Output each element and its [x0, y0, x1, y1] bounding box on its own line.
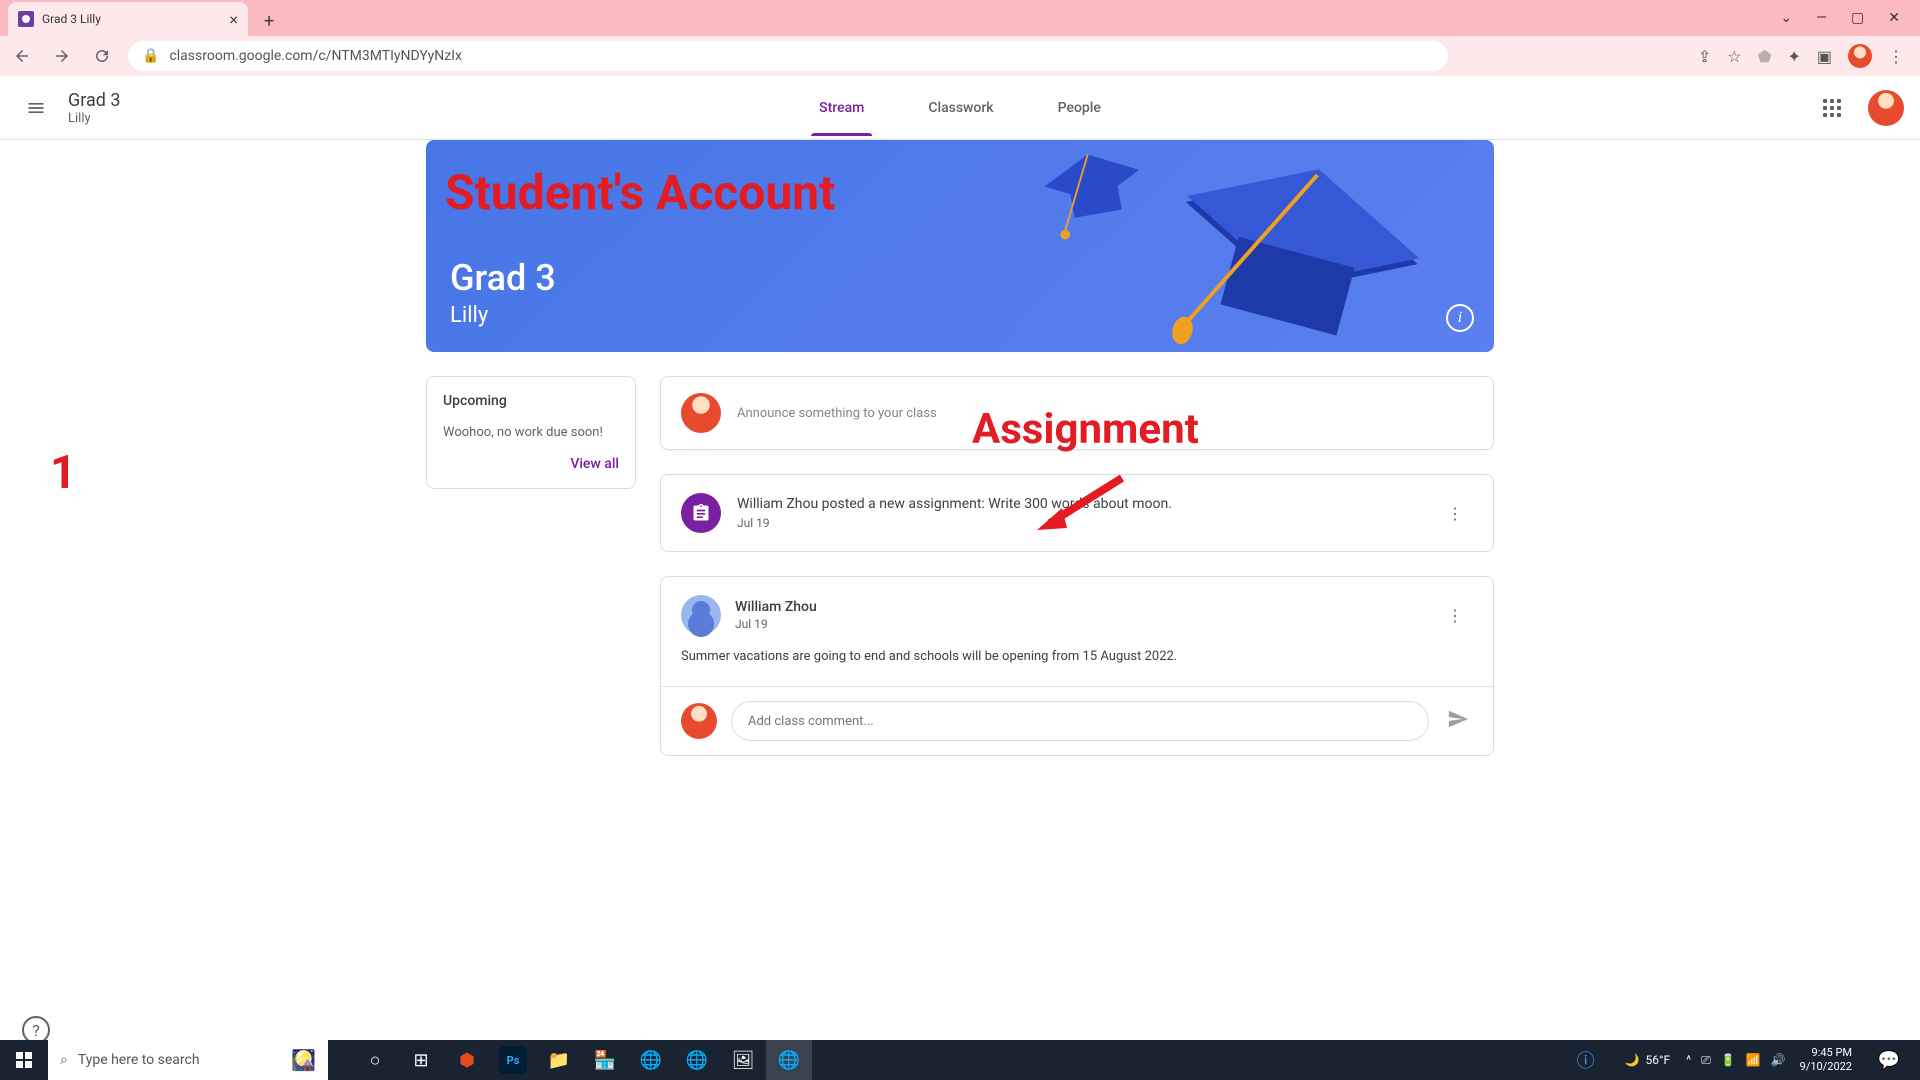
more-options-icon[interactable]: ⋮ [1437, 495, 1473, 531]
class-breadcrumb[interactable]: Grad 3 Lilly [68, 90, 121, 126]
view-all-link[interactable]: View all [443, 456, 619, 472]
tab-title: Grad 3 Lilly [42, 12, 221, 26]
assignment-icon [681, 493, 721, 533]
chrome-icon-2[interactable]: 🌐 [674, 1040, 720, 1080]
tab-classwork[interactable]: Classwork [920, 80, 1001, 136]
app-icon[interactable]: 🖼 [720, 1040, 766, 1080]
tabs-dropdown-icon[interactable]: ⌄ [1780, 10, 1792, 26]
post-content: Summer vacations are going to end and sc… [661, 635, 1493, 686]
upcoming-message: Woohoo, no work due soon! [443, 425, 619, 440]
announcement-card[interactable]: William Zhou Jul 19 ⋮ Summer vacations a… [660, 576, 1494, 756]
url-text: classroom.google.com/c/NTM3MTIyNDYyNzIx [169, 48, 462, 64]
system-tray[interactable]: ^ ⎚ 🔋 📶 🔊 [1686, 1053, 1785, 1068]
close-icon[interactable]: × [229, 10, 238, 29]
window-controls: ⌄ — ▢ ✕ [1760, 0, 1920, 36]
chrome-icon[interactable]: 🌐 [628, 1040, 674, 1080]
address-bar[interactable]: 🔒 classroom.google.com/c/NTM3MTIyNDYyNzI… [128, 41, 1448, 71]
sidepanel-icon[interactable]: ▣ [1817, 47, 1832, 66]
taskbar-clock[interactable]: 9:45 PM 9/10/2022 [1792, 1046, 1860, 1075]
class-name: Grad 3 [68, 90, 121, 111]
volume-icon[interactable]: 🔊 [1771, 1053, 1786, 1067]
grad-cap-decoration [1027, 140, 1162, 248]
browser-tab-strip: Grad 3 Lilly × + ⌄ — ▢ ✕ [0, 0, 1920, 36]
post-author: William Zhou [735, 599, 1423, 615]
assignment-date: Jul 19 [737, 516, 1421, 530]
tab-stream[interactable]: Stream [811, 80, 872, 136]
maximize-icon[interactable]: ▢ [1851, 10, 1864, 26]
assignment-title: William Zhou posted a new assignment: Wr… [737, 496, 1421, 512]
user-avatar [681, 393, 721, 433]
lock-icon: 🔒 [142, 48, 159, 64]
comment-input-wrap[interactable] [731, 701, 1429, 741]
announce-placeholder: Announce something to your class [737, 406, 937, 421]
grad-cap-decoration [1130, 140, 1457, 352]
upcoming-card: Upcoming Woohoo, no work due soon! View … [426, 376, 636, 489]
help-tray-icon[interactable]: ⓘ [1563, 1040, 1609, 1080]
windows-taskbar: ⌕ Type here to search 🎑 ○ ⊞ ⬢ Ps 📁 🏪 🌐 🌐… [0, 1040, 1920, 1080]
photoshop-icon[interactable]: Ps [499, 1046, 527, 1074]
chevron-up-icon[interactable]: ^ [1686, 1053, 1691, 1067]
stream-feed: Announce something to your class William… [660, 376, 1494, 756]
forward-button[interactable] [48, 42, 76, 70]
main-content: Grad 3 Lilly i Upcoming Woohoo, no work … [0, 140, 1920, 756]
close-window-icon[interactable]: ✕ [1888, 10, 1900, 26]
profile-icon[interactable] [1848, 44, 1872, 68]
assignment-card[interactable]: William Zhou posted a new assignment: Wr… [660, 474, 1494, 552]
browser-tab[interactable]: Grad 3 Lilly × [8, 2, 248, 36]
cortana-icon[interactable]: ○ [352, 1040, 398, 1080]
meet-now-icon[interactable]: ⎚ [1701, 1053, 1711, 1068]
search-icon: ⌕ [60, 1052, 68, 1068]
bookmark-icon[interactable]: ☆ [1727, 47, 1741, 66]
weather-widget[interactable]: 🌙 56°F [1615, 1053, 1681, 1067]
post-date: Jul 19 [735, 617, 1423, 631]
classroom-header: Grad 3 Lilly Stream Classwork People [0, 76, 1920, 140]
browser-menu-icon[interactable]: ⋮ [1888, 47, 1904, 66]
browser-toolbar: 🔒 classroom.google.com/c/NTM3MTIyNDYyNzI… [0, 36, 1920, 76]
extension-icon[interactable]: ⬟ [1758, 47, 1772, 66]
user-avatar [681, 703, 717, 739]
sidebar: Upcoming Woohoo, no work due soon! View … [426, 376, 636, 756]
tab-people[interactable]: People [1050, 80, 1109, 136]
author-avatar [681, 595, 721, 635]
nav-tabs: Stream Classwork People [811, 80, 1109, 136]
taskbar-search[interactable]: ⌕ Type here to search 🎑 [48, 1040, 328, 1080]
upcoming-title: Upcoming [443, 393, 619, 409]
notifications-icon[interactable]: 💬 [1866, 1040, 1912, 1080]
google-apps-button[interactable] [1812, 88, 1852, 128]
minimize-icon[interactable]: — [1816, 10, 1827, 26]
office-icon[interactable]: ⬢ [444, 1040, 490, 1080]
info-icon[interactable]: i [1446, 304, 1474, 332]
more-options-icon[interactable]: ⋮ [1437, 597, 1473, 633]
class-banner: Grad 3 Lilly i [426, 140, 1494, 352]
task-view-icon[interactable]: ⊞ [398, 1040, 444, 1080]
explorer-icon[interactable]: 📁 [536, 1040, 582, 1080]
clock-date: 9/10/2022 [1800, 1060, 1852, 1074]
tab-favicon [18, 11, 34, 27]
battery-icon[interactable]: 🔋 [1721, 1053, 1736, 1067]
account-avatar[interactable] [1868, 90, 1904, 126]
send-icon[interactable] [1443, 704, 1473, 738]
comment-input[interactable] [748, 714, 1412, 729]
wifi-icon[interactable]: 📶 [1746, 1053, 1761, 1067]
start-button[interactable] [0, 1040, 48, 1080]
reload-button[interactable] [88, 42, 116, 70]
main-menu-button[interactable] [16, 88, 56, 128]
search-placeholder: Type here to search [78, 1052, 200, 1068]
moon-icon: 🌙 [1625, 1053, 1640, 1067]
comment-row [661, 686, 1493, 755]
new-tab-button[interactable]: + [256, 7, 282, 36]
extensions-icon[interactable]: ✦ [1787, 47, 1800, 66]
class-section: Lilly [68, 111, 121, 126]
share-icon[interactable]: ⇪ [1698, 47, 1711, 66]
clock-time: 9:45 PM [1800, 1046, 1852, 1060]
weather-temp: 56°F [1646, 1053, 1671, 1067]
store-icon[interactable]: 🏪 [582, 1040, 628, 1080]
back-button[interactable] [8, 42, 36, 70]
chrome-active-icon[interactable]: 🌐 [766, 1040, 812, 1080]
announce-box[interactable]: Announce something to your class [660, 376, 1494, 450]
